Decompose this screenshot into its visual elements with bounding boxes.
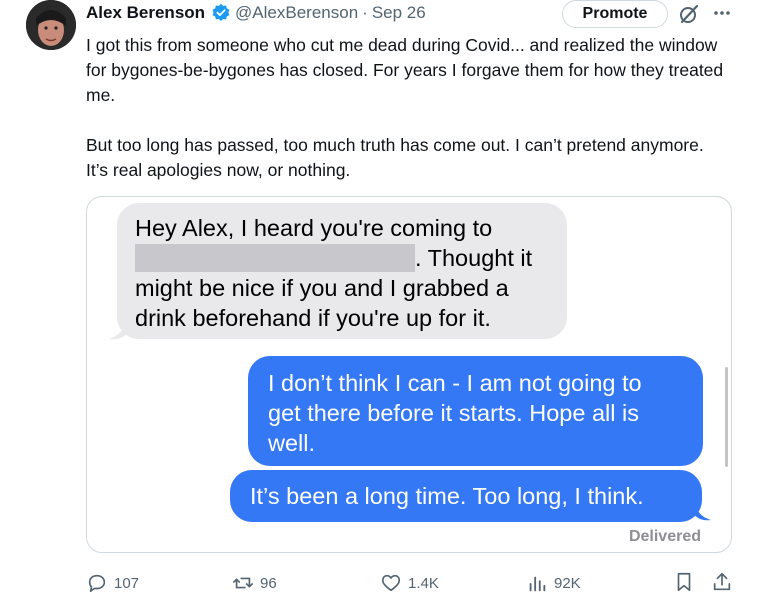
repost-button[interactable]: 96 — [232, 571, 277, 595]
repost-icon — [233, 577, 253, 589]
incoming-message-bubble: Hey Alex, I heard you're coming to . Tho… — [117, 203, 567, 339]
outgoing-line: well. — [268, 430, 316, 456]
outgoing-bubble-tail — [691, 502, 711, 521]
tweet-date[interactable]: Sep 26 — [372, 3, 426, 23]
outgoing-message-bubble: I don’t think I can - I am not going to … — [248, 356, 703, 466]
repost-count: 96 — [260, 574, 277, 592]
outgoing-message-bubble: It’s been a long time. Too long, I think… — [230, 470, 702, 522]
promote-button[interactable]: Promote — [562, 0, 668, 28]
more-icon[interactable] — [711, 2, 733, 24]
tweet-header: Alex Berenson @AlexBerenson · Sep 26 — [86, 0, 426, 26]
reply-icon — [88, 574, 106, 593]
avatar[interactable] — [26, 0, 76, 50]
incoming-line: might be nice if you and I grabbed a — [135, 275, 509, 301]
incoming-line: . Thought it — [135, 243, 549, 273]
reply-button[interactable]: 107 — [86, 571, 139, 595]
like-button[interactable]: 1.4K — [380, 571, 439, 595]
reply-count: 107 — [114, 574, 140, 592]
separator: · — [362, 3, 368, 22]
author-name[interactable]: Alex Berenson — [86, 3, 205, 23]
outgoing-line: It’s been a long time. Too long, I think… — [250, 483, 644, 509]
bookmark-icon[interactable] — [673, 571, 695, 593]
share-icon[interactable] — [711, 571, 733, 593]
views-icon — [529, 576, 546, 592]
tweet-text-paragraph-1: I got this from someone who cut me dead … — [86, 35, 724, 105]
grok-icon[interactable] — [678, 3, 700, 25]
delivered-status: Delivered — [628, 528, 701, 545]
like-icon — [381, 574, 401, 592]
outgoing-line: get there before it starts. Hope all is — [268, 400, 639, 426]
views-button[interactable]: 92K — [526, 571, 581, 595]
tweet-text-paragraph-2: But too long has passed, too much truth … — [86, 135, 704, 180]
outgoing-line: I don’t think I can - I am not going to — [268, 370, 642, 396]
views-count: 92K — [554, 574, 581, 592]
verified-badge-icon[interactable] — [211, 3, 231, 23]
incoming-line: drink beforehand if you're up for it. — [135, 305, 491, 331]
incoming-bubble-tail — [109, 321, 131, 340]
redacted-block — [135, 244, 415, 272]
attached-image[interactable]: Hey Alex, I heard you're coming to . Tho… — [86, 196, 732, 553]
incoming-line: Hey Alex, I heard you're coming to — [135, 215, 493, 241]
author-handle[interactable]: @AlexBerenson — [235, 3, 358, 23]
screenshot-scrollbar — [725, 367, 728, 467]
like-count: 1.4K — [408, 574, 439, 592]
